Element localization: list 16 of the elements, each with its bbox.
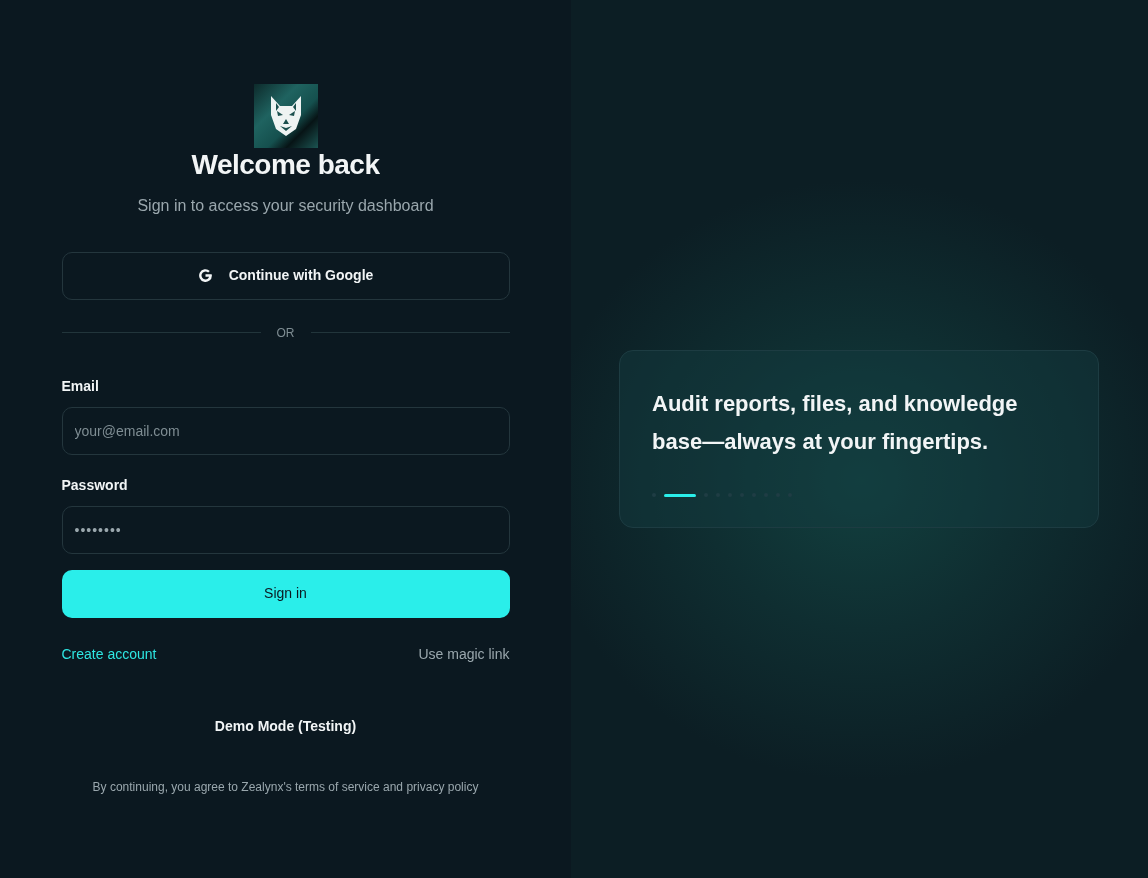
text-link[interactable]: Create account — [61, 643, 157, 665]
text-link[interactable]: Use magic link — [418, 643, 510, 665]
field-label: Email — [61, 376, 99, 396]
terms-notice: By continuing, you agree to Zealynx's terms of service and privacy policy — [92, 778, 479, 796]
divider-label: OR — [276, 324, 295, 342]
feature-text: Audit reports, files, and knowledge base—always at your fingertips. — [652, 390, 1019, 456]
google-sign-in-button[interactable]: Continue with Google — [61, 251, 510, 300]
slide-indicator[interactable] — [664, 493, 696, 497]
email-field[interactable]: your@email.com — [61, 406, 510, 455]
page-subtitle: Sign in to access your security dashboard — [137, 195, 434, 216]
page-title: Welcome back — [191, 148, 380, 182]
password-field[interactable]: •••••••• — [61, 505, 510, 554]
sign-in-button[interactable]: Sign in — [61, 569, 510, 618]
field-label: Password — [61, 475, 128, 495]
google-g-icon — [197, 268, 213, 284]
demo-mode-button[interactable]: Demo Mode (Testing) — [208, 714, 363, 738]
